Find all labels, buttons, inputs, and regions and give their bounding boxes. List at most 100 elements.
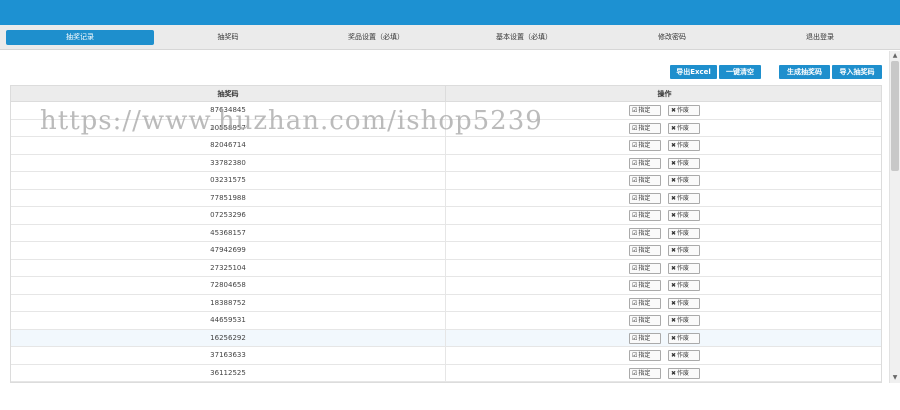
void-button[interactable]: ✖作废 (668, 192, 700, 204)
void-label: 作废 (677, 369, 690, 377)
actions-cell: ☑指定 ✖作废 (446, 295, 883, 312)
assign-label: 指定 (638, 282, 651, 289)
generate-codes-button[interactable]: 生成抽奖码 (779, 65, 830, 79)
draw-code-cell: 33782380 (11, 154, 446, 172)
edit-check-icon: ☑ (632, 317, 638, 324)
assign-label: 指定 (638, 229, 651, 237)
void-button[interactable]: ✖作废 (668, 227, 700, 239)
void-button[interactable]: ✖作废 (668, 175, 700, 186)
column-header-actions: 操作 (657, 90, 672, 98)
void-button[interactable]: ✖作废 (668, 315, 700, 326)
void-button[interactable]: ✖作废 (668, 332, 700, 344)
assign-button[interactable]: ☑指定 (629, 210, 661, 221)
void-button[interactable]: ✖作废 (668, 280, 700, 291)
actions-cell: ☑指定 ✖作废 (446, 365, 883, 382)
void-button[interactable]: ✖作废 (668, 122, 700, 134)
actions-cell: ☑指定 ✖作废 (446, 137, 883, 154)
void-button[interactable]: ✖作废 (668, 157, 700, 169)
assign-button[interactable]: ☑指定 (629, 297, 661, 309)
void-button[interactable]: ✖作废 (668, 297, 700, 309)
export-excel-button[interactable]: 导出Excel (670, 65, 717, 79)
table-row: 44659531 ☑指定 ✖作废 (11, 312, 881, 330)
actions-cell: ☑指定 ✖作废 (446, 330, 883, 347)
table-row: 03231575 ☑指定 ✖作废 (11, 172, 881, 190)
table-row: 07253296 ☑指定 ✖作废 (11, 207, 881, 225)
void-label: 作废 (677, 317, 690, 324)
table-row: 77851988 ☑指定 ✖作废 (11, 189, 881, 207)
x-icon: ✖ (671, 212, 677, 219)
main-nav: 抽奖记录 抽奖码 奖品设置（必填） 基本设置（必填） 修改密码 退出登录 (0, 25, 900, 50)
x-icon: ✖ (671, 264, 677, 272)
draw-code-cell: 37163633 (11, 347, 446, 364)
assign-button[interactable]: ☑指定 (629, 105, 661, 116)
void-label: 作废 (677, 194, 690, 202)
draw-code-cell: 72804658 (11, 277, 446, 294)
assign-button[interactable]: ☑指定 (629, 350, 661, 361)
assign-button[interactable]: ☑指定 (629, 315, 661, 326)
x-icon: ✖ (671, 142, 677, 149)
draw-code-cell: 18388752 (11, 294, 446, 312)
assign-button[interactable]: ☑指定 (629, 280, 661, 291)
assign-button[interactable]: ☑指定 (629, 245, 661, 256)
table-row: 33782380 ☑指定 ✖作废 (11, 154, 883, 172)
assign-button[interactable]: ☑指定 (629, 227, 661, 239)
assign-button[interactable]: ☑指定 (629, 262, 661, 274)
actions-cell: ☑指定 ✖作废 (446, 347, 883, 364)
draw-code-cell: 82046714 (11, 137, 446, 154)
vertical-scrollbar[interactable]: ▲ ▼ (889, 51, 900, 383)
assign-button[interactable]: ☑指定 (629, 175, 661, 186)
void-button[interactable]: ✖作废 (668, 210, 700, 221)
clear-all-button[interactable]: 一键清空 (719, 65, 761, 79)
x-icon: ✖ (671, 352, 677, 359)
assign-label: 指定 (638, 334, 651, 342)
void-button[interactable]: ✖作废 (668, 140, 700, 151)
edit-check-icon: ☑ (632, 124, 638, 132)
assign-button[interactable]: ☑指定 (629, 192, 661, 204)
void-button[interactable]: ✖作废 (668, 105, 700, 116)
table-row: 82046714 ☑指定 ✖作废 (11, 137, 881, 155)
x-icon: ✖ (671, 194, 677, 202)
nav-tab-draw-records[interactable]: 抽奖记录 (6, 30, 154, 45)
assign-label: 指定 (638, 317, 651, 324)
assign-label: 指定 (638, 194, 651, 202)
nav-tab-logout[interactable]: 退出登录 (746, 30, 894, 45)
assign-button[interactable]: ☑指定 (629, 122, 661, 134)
actions-cell: ☑指定 ✖作废 (446, 312, 883, 329)
assign-label: 指定 (638, 142, 651, 149)
edit-check-icon: ☑ (632, 264, 638, 272)
edit-check-icon: ☑ (632, 159, 638, 167)
nav-tab-draw-codes[interactable]: 抽奖码 (154, 30, 302, 45)
scroll-up-arrow-icon[interactable]: ▲ (890, 51, 900, 61)
scroll-thumb[interactable] (891, 61, 899, 171)
assign-label: 指定 (638, 159, 651, 167)
void-button[interactable]: ✖作废 (668, 262, 700, 274)
edit-check-icon: ☑ (632, 334, 638, 342)
void-label: 作废 (677, 107, 690, 114)
import-codes-button[interactable]: 导入抽奖码 (832, 65, 882, 79)
draw-code-cell: 03231575 (11, 172, 446, 189)
nav-tab-change-password[interactable]: 修改密码 (598, 30, 746, 45)
nav-tab-prize-settings[interactable]: 奖品设置（必填） (302, 30, 450, 45)
void-label: 作废 (677, 229, 690, 237)
assign-label: 指定 (638, 369, 651, 377)
draw-code-cell: 07253296 (11, 207, 446, 224)
assign-button[interactable]: ☑指定 (629, 367, 661, 379)
void-label: 作废 (677, 177, 690, 184)
actions-cell: ☑指定 ✖作废 (446, 155, 883, 172)
table-row: 36112525 ☑指定 ✖作废 (11, 364, 883, 382)
void-button[interactable]: ✖作废 (668, 367, 700, 379)
actions-cell: ☑指定 ✖作废 (446, 172, 883, 189)
assign-button[interactable]: ☑指定 (629, 332, 661, 344)
void-button[interactable]: ✖作废 (668, 350, 700, 361)
scroll-down-arrow-icon[interactable]: ▼ (890, 373, 900, 383)
assign-button[interactable]: ☑指定 (629, 140, 661, 151)
actions-cell: ☑指定 ✖作废 (446, 225, 883, 242)
table-row: 47942699 ☑指定 ✖作废 (11, 242, 881, 260)
edit-check-icon: ☑ (632, 142, 638, 149)
nav-tab-basic-settings[interactable]: 基本设置（必填） (450, 30, 598, 45)
void-button[interactable]: ✖作废 (668, 245, 700, 256)
actions-cell: ☑指定 ✖作废 (446, 207, 883, 224)
actions-cell: ☑指定 ✖作废 (446, 260, 883, 277)
table-row: 72804658 ☑指定 ✖作废 (11, 277, 881, 295)
assign-button[interactable]: ☑指定 (629, 157, 661, 169)
